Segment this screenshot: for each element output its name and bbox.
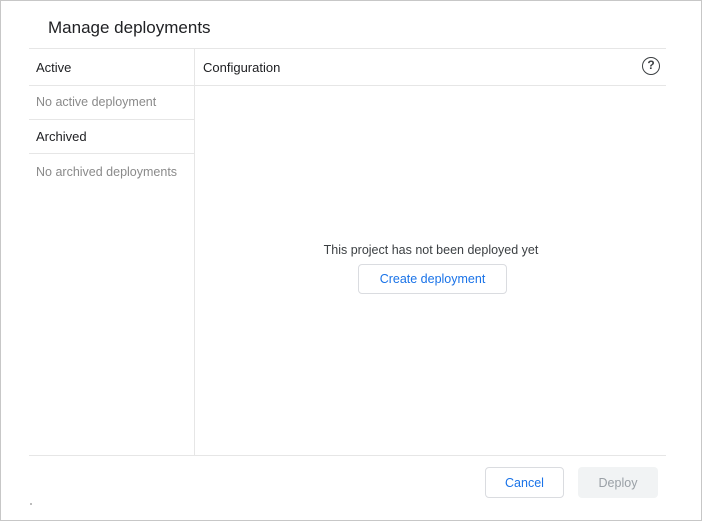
help-circle-icon[interactable]: ? — [642, 57, 660, 75]
column-header-divider — [29, 85, 666, 86]
not-deployed-message: This project has not been deployed yet — [323, 243, 539, 257]
header-divider — [29, 48, 666, 49]
archived-header-divider — [29, 153, 194, 154]
active-header: Active — [36, 60, 72, 75]
footer-divider — [29, 455, 666, 456]
cancel-button[interactable]: Cancel — [485, 467, 564, 498]
configuration-header: Configuration — [203, 60, 281, 75]
no-archived-deployments-text: No archived deployments — [36, 165, 178, 179]
deploy-button: Deploy — [578, 467, 658, 498]
manage-deployments-dialog: Manage deployments Active No active depl… — [0, 0, 702, 521]
archived-header: Archived — [36, 129, 87, 144]
dialog-title: Manage deployments — [48, 18, 211, 37]
decorative-dot — [30, 503, 32, 505]
active-section-divider — [29, 119, 194, 120]
no-active-deployment-text: No active deployment — [36, 95, 157, 109]
create-deployment-button[interactable]: Create deployment — [358, 264, 507, 294]
